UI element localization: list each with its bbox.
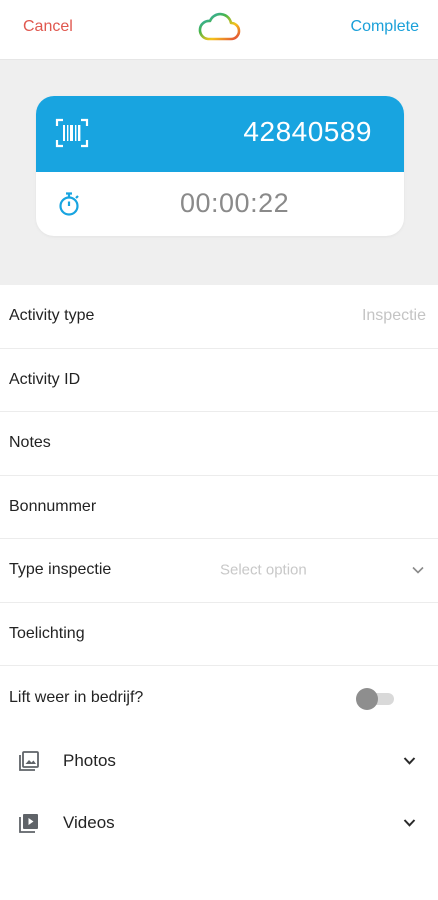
elapsed-timer: 00:00:22 [180, 188, 290, 218]
chevron-down-icon[interactable] [412, 566, 424, 574]
activity-id-row[interactable]: Activity ID [0, 349, 438, 412]
cancel-button[interactable]: Cancel [23, 18, 73, 36]
videos-icon [19, 813, 38, 833]
type-inspectie-label: Type inspectie [9, 561, 112, 579]
videos-section[interactable]: Videos [0, 792, 438, 854]
photos-label: Photos [63, 750, 116, 770]
complete-button[interactable]: Complete [351, 18, 419, 36]
notes-label: Notes [9, 434, 51, 452]
activity-type-label: Activity type [9, 307, 95, 325]
barcode-scan-icon[interactable] [55, 118, 89, 148]
activity-type-row[interactable]: Activity type Inspectie [0, 285, 438, 349]
toggle-knob [356, 687, 378, 710]
activity-card: 42840589 00:00:22 [36, 96, 404, 236]
type-inspectie-select[interactable]: Type inspectie Select option [0, 539, 438, 603]
photos-icon [19, 750, 39, 771]
bonnummer-label: Bonnummer [9, 497, 97, 515]
card-header: 42840589 [36, 96, 404, 172]
top-bar: Cancel Complete [0, 0, 438, 60]
chevron-down-icon[interactable] [403, 756, 416, 765]
lift-weer-toggle[interactable] [356, 687, 394, 710]
summary-area: 42840589 00:00:22 [0, 60, 438, 285]
activity-id-label: Activity ID [9, 370, 81, 388]
chevron-down-icon[interactable] [403, 818, 416, 827]
cloud-logo-icon [198, 12, 241, 41]
videos-label: Videos [63, 812, 115, 832]
lift-weer-row: Lift weer in bedrijf? [0, 666, 438, 730]
bonnummer-row[interactable]: Bonnummer [0, 476, 438, 539]
lift-weer-label: Lift weer in bedrijf? [9, 688, 144, 706]
activity-type-value: Inspectie [361, 307, 426, 325]
activity-number: 42840589 [243, 116, 372, 147]
notes-row[interactable]: Notes [0, 412, 438, 476]
toelichting-label: Toelichting [9, 624, 85, 642]
type-inspectie-placeholder: Select option [220, 561, 307, 579]
photos-section[interactable]: Photos [0, 730, 438, 792]
activity-form: Activity type Inspectie Activity ID Note… [0, 285, 438, 854]
toelichting-row[interactable]: Toelichting [0, 603, 438, 666]
stopwatch-icon [59, 192, 79, 216]
